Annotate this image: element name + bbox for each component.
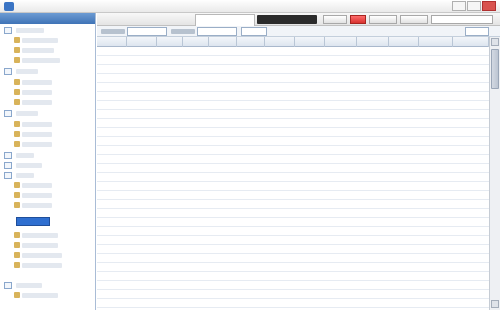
tree-leaf-icon — [14, 47, 20, 53]
tree-leaf-icon — [14, 202, 20, 208]
tree-expander-icon[interactable] — [4, 27, 12, 34]
tree-expander-icon[interactable] — [4, 162, 12, 169]
function-tree — [0, 24, 95, 310]
record-count-badge — [465, 27, 489, 36]
tree-item[interactable] — [22, 293, 58, 298]
maximize-button[interactable] — [467, 1, 481, 11]
column-header[interactable] — [295, 37, 325, 47]
tree-leaf-icon — [14, 141, 20, 147]
tree-item[interactable] — [22, 80, 52, 85]
column-header[interactable] — [265, 37, 295, 47]
end-date-field[interactable] — [197, 27, 237, 36]
tab-history-orders[interactable] — [195, 14, 255, 26]
tree-expander-icon[interactable] — [4, 282, 12, 289]
scroll-thumb[interactable] — [491, 49, 499, 89]
tree-item[interactable] — [22, 122, 52, 127]
tree-item[interactable] — [22, 58, 60, 63]
column-header[interactable] — [389, 37, 419, 47]
tree-item[interactable] — [22, 90, 52, 95]
tree-leaf-icon — [14, 192, 20, 198]
tree-item[interactable] — [22, 183, 52, 188]
scroll-down-icon[interactable] — [491, 300, 499, 308]
tree-item[interactable] — [22, 142, 52, 147]
function-tree-header — [0, 13, 95, 24]
tree-item[interactable] — [16, 173, 34, 178]
column-header[interactable] — [209, 37, 237, 47]
function-tree-panel — [0, 13, 96, 310]
tree-leaf-icon — [14, 252, 20, 258]
tree-expander-icon[interactable] — [4, 172, 12, 179]
tree-item[interactable] — [22, 263, 62, 268]
tree-item[interactable] — [22, 233, 58, 238]
column-header[interactable] — [357, 37, 389, 47]
tree-item[interactable] — [16, 69, 38, 74]
tree-expander-icon[interactable] — [4, 152, 12, 159]
tree-item[interactable] — [16, 153, 34, 158]
tree-leaf-icon — [14, 292, 20, 298]
tree-leaf-icon — [14, 232, 20, 238]
toolbar — [97, 13, 500, 26]
start-date-label — [101, 29, 125, 34]
tree-leaf-icon — [14, 242, 20, 248]
tree-item[interactable] — [22, 253, 62, 258]
date-filter-bar — [97, 26, 500, 37]
title-bar — [0, 0, 500, 13]
column-header[interactable] — [325, 37, 357, 47]
column-header[interactable] — [419, 37, 453, 47]
tree-item[interactable] — [22, 193, 52, 198]
column-header[interactable] — [237, 37, 265, 47]
account-banner — [257, 15, 317, 24]
tree-leaf-icon — [14, 262, 20, 268]
app-logo-icon — [4, 2, 14, 11]
minimize-button[interactable] — [452, 1, 466, 11]
orders-table-body — [97, 47, 489, 310]
tree-item[interactable] — [16, 28, 44, 33]
column-header[interactable] — [453, 37, 489, 47]
tree-leaf-icon — [14, 37, 20, 43]
column-header[interactable] — [127, 37, 157, 47]
tree-leaf-icon — [14, 57, 20, 63]
start-date-field[interactable] — [127, 27, 167, 36]
toolbar-button[interactable] — [400, 15, 428, 24]
toolbar-select[interactable] — [431, 15, 493, 24]
tree-item[interactable] — [22, 132, 52, 137]
tree-expander-icon[interactable] — [4, 68, 12, 75]
tree-item[interactable] — [22, 38, 58, 43]
tree-expander-icon[interactable] — [4, 110, 12, 117]
vertical-scrollbar[interactable] — [489, 37, 500, 310]
tree-item[interactable] — [22, 243, 58, 248]
tree-leaf-icon — [14, 99, 20, 105]
order-query-panel — [97, 13, 500, 310]
close-button[interactable] — [482, 1, 496, 11]
tree-item[interactable] — [22, 48, 54, 53]
scroll-up-icon[interactable] — [491, 38, 499, 46]
tree-item[interactable] — [16, 163, 42, 168]
tree-leaf-icon — [14, 79, 20, 85]
tree-item[interactable] — [22, 100, 52, 105]
tree-item[interactable] — [16, 111, 38, 116]
column-header[interactable] — [183, 37, 209, 47]
tree-leaf-icon — [14, 131, 20, 137]
tree-item[interactable] — [22, 203, 52, 208]
tree-leaf-icon — [14, 89, 20, 95]
tree-leaf-icon — [14, 121, 20, 127]
end-date-label — [171, 29, 195, 34]
column-header[interactable] — [157, 37, 183, 47]
column-header[interactable] — [97, 37, 127, 47]
tree-item-selected[interactable] — [16, 217, 50, 226]
orders-table — [97, 37, 489, 310]
toolbar-button[interactable] — [369, 15, 397, 24]
toolbar-button[interactable] — [323, 15, 347, 24]
tree-leaf-icon — [14, 182, 20, 188]
query-type-select[interactable] — [241, 27, 267, 36]
tree-item[interactable] — [16, 283, 42, 288]
toolbar-button[interactable] — [350, 15, 366, 24]
orders-table-header — [97, 37, 489, 47]
